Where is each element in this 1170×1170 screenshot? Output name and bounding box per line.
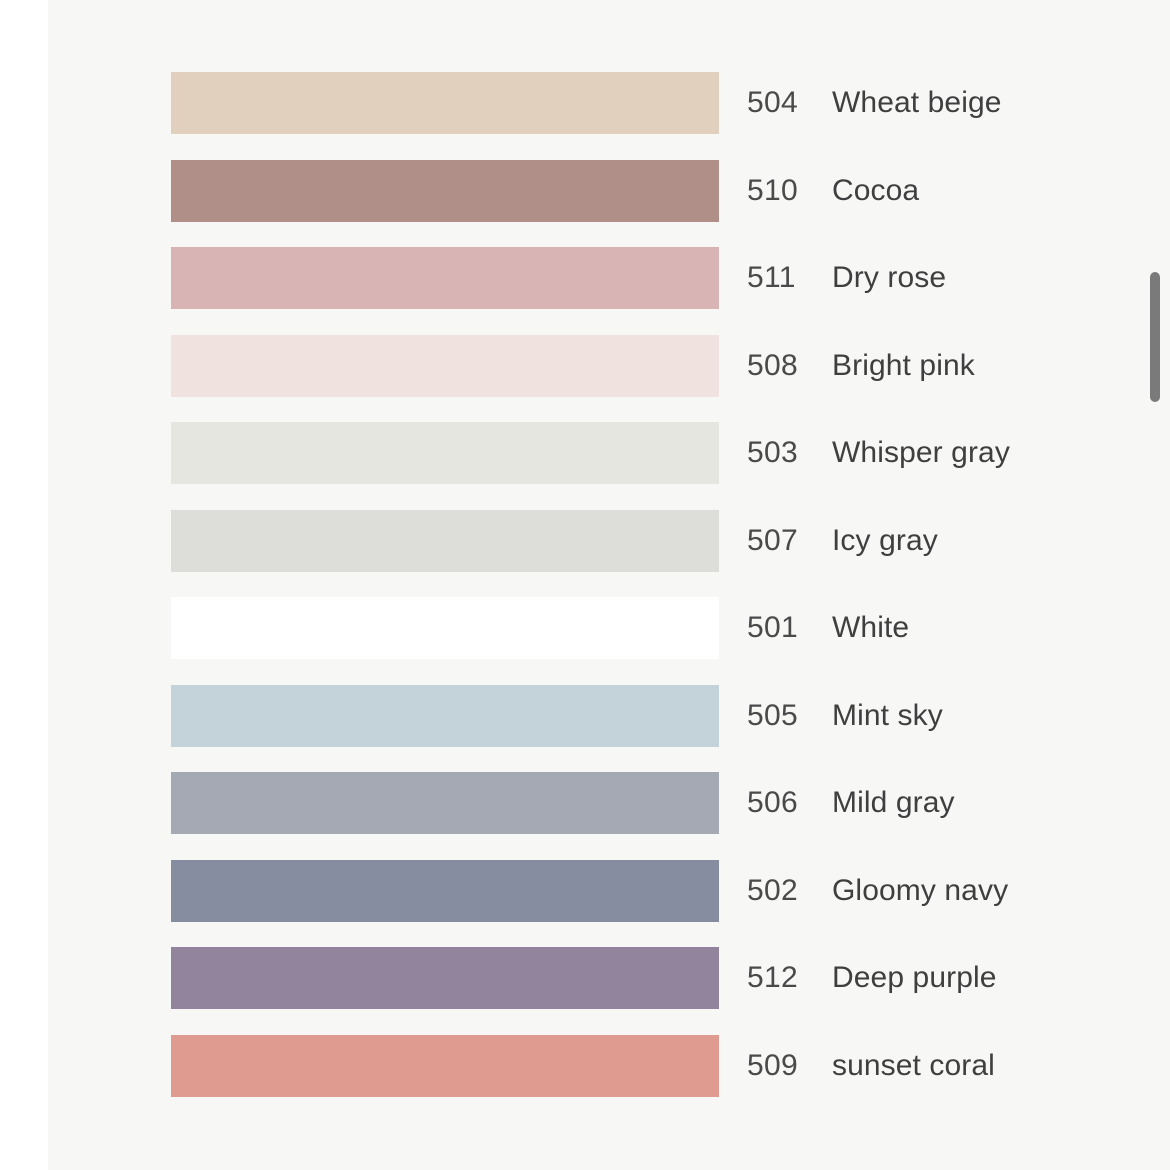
swatch-code: 505 bbox=[747, 698, 798, 732]
swatch-name: Mild gray bbox=[832, 786, 955, 819]
palette-row[interactable]: 512 Deep purple bbox=[171, 947, 1071, 1009]
color-swatch[interactable] bbox=[171, 159, 719, 222]
swatch-name: sunset coral bbox=[832, 1048, 995, 1082]
palette-row[interactable]: 503 Whisper gray bbox=[171, 422, 1071, 484]
palette-row[interactable]: 509 sunset coral bbox=[171, 1034, 1071, 1097]
swatch-code: 501 bbox=[747, 611, 798, 644]
palette-row[interactable]: 510 Cocoa bbox=[171, 159, 1071, 222]
swatch-code: 507 bbox=[747, 523, 798, 557]
swatch-code: 508 bbox=[747, 348, 798, 382]
swatch-name: Gloomy navy bbox=[832, 873, 1009, 907]
vertical-scrollbar-track[interactable] bbox=[1148, 0, 1162, 1170]
palette-row[interactable]: 508 Bright pink bbox=[171, 334, 1071, 397]
color-swatch[interactable] bbox=[171, 947, 719, 1009]
color-swatch[interactable] bbox=[171, 72, 719, 134]
swatch-code: 509 bbox=[747, 1048, 798, 1082]
swatch-name: Mint sky bbox=[832, 698, 943, 732]
viewport: 504 Wheat beige 510 Cocoa 511 Dry rose 508 Brig… bbox=[0, 0, 1170, 1170]
swatch-code: 503 bbox=[747, 436, 798, 469]
color-swatch[interactable] bbox=[171, 859, 719, 922]
color-swatch[interactable] bbox=[171, 597, 719, 659]
swatch-code: 510 bbox=[747, 173, 798, 207]
swatch-code: 512 bbox=[747, 961, 798, 994]
swatch-name: Cocoa bbox=[832, 173, 920, 207]
palette-row[interactable]: 501 White bbox=[171, 597, 1071, 659]
color-swatch[interactable] bbox=[171, 1034, 719, 1097]
palette-row[interactable]: 506 Mild gray bbox=[171, 772, 1071, 834]
color-swatch[interactable] bbox=[171, 334, 719, 397]
color-palette-list: 504 Wheat beige 510 Cocoa 511 Dry rose 508 Brig… bbox=[171, 72, 1071, 1122]
swatch-name: Icy gray bbox=[832, 523, 938, 557]
swatch-name: Bright pink bbox=[832, 348, 975, 382]
color-swatch[interactable] bbox=[171, 509, 719, 572]
color-swatch[interactable] bbox=[171, 684, 719, 747]
swatch-name: Whisper gray bbox=[832, 436, 1010, 469]
color-swatch[interactable] bbox=[171, 422, 719, 484]
swatch-name: Dry rose bbox=[832, 261, 947, 294]
content-panel: 504 Wheat beige 510 Cocoa 511 Dry rose 508 Brig… bbox=[48, 0, 1170, 1170]
palette-row[interactable]: 511 Dry rose bbox=[171, 247, 1071, 309]
swatch-name: White bbox=[832, 611, 910, 644]
color-swatch[interactable] bbox=[171, 247, 719, 309]
vertical-scrollbar-thumb[interactable] bbox=[1150, 272, 1160, 402]
palette-row[interactable]: 502 Gloomy navy bbox=[171, 859, 1071, 922]
palette-row[interactable]: 507 Icy gray bbox=[171, 509, 1071, 572]
swatch-code: 504 bbox=[747, 86, 798, 119]
swatch-code: 506 bbox=[747, 786, 798, 819]
color-swatch[interactable] bbox=[171, 772, 719, 834]
swatch-name: Wheat beige bbox=[832, 86, 1002, 119]
palette-row[interactable]: 505 Mint sky bbox=[171, 684, 1071, 747]
swatch-code: 511 bbox=[747, 261, 796, 294]
swatch-name: Deep purple bbox=[832, 961, 997, 994]
palette-row[interactable]: 504 Wheat beige bbox=[171, 72, 1071, 134]
swatch-code: 502 bbox=[747, 873, 798, 907]
